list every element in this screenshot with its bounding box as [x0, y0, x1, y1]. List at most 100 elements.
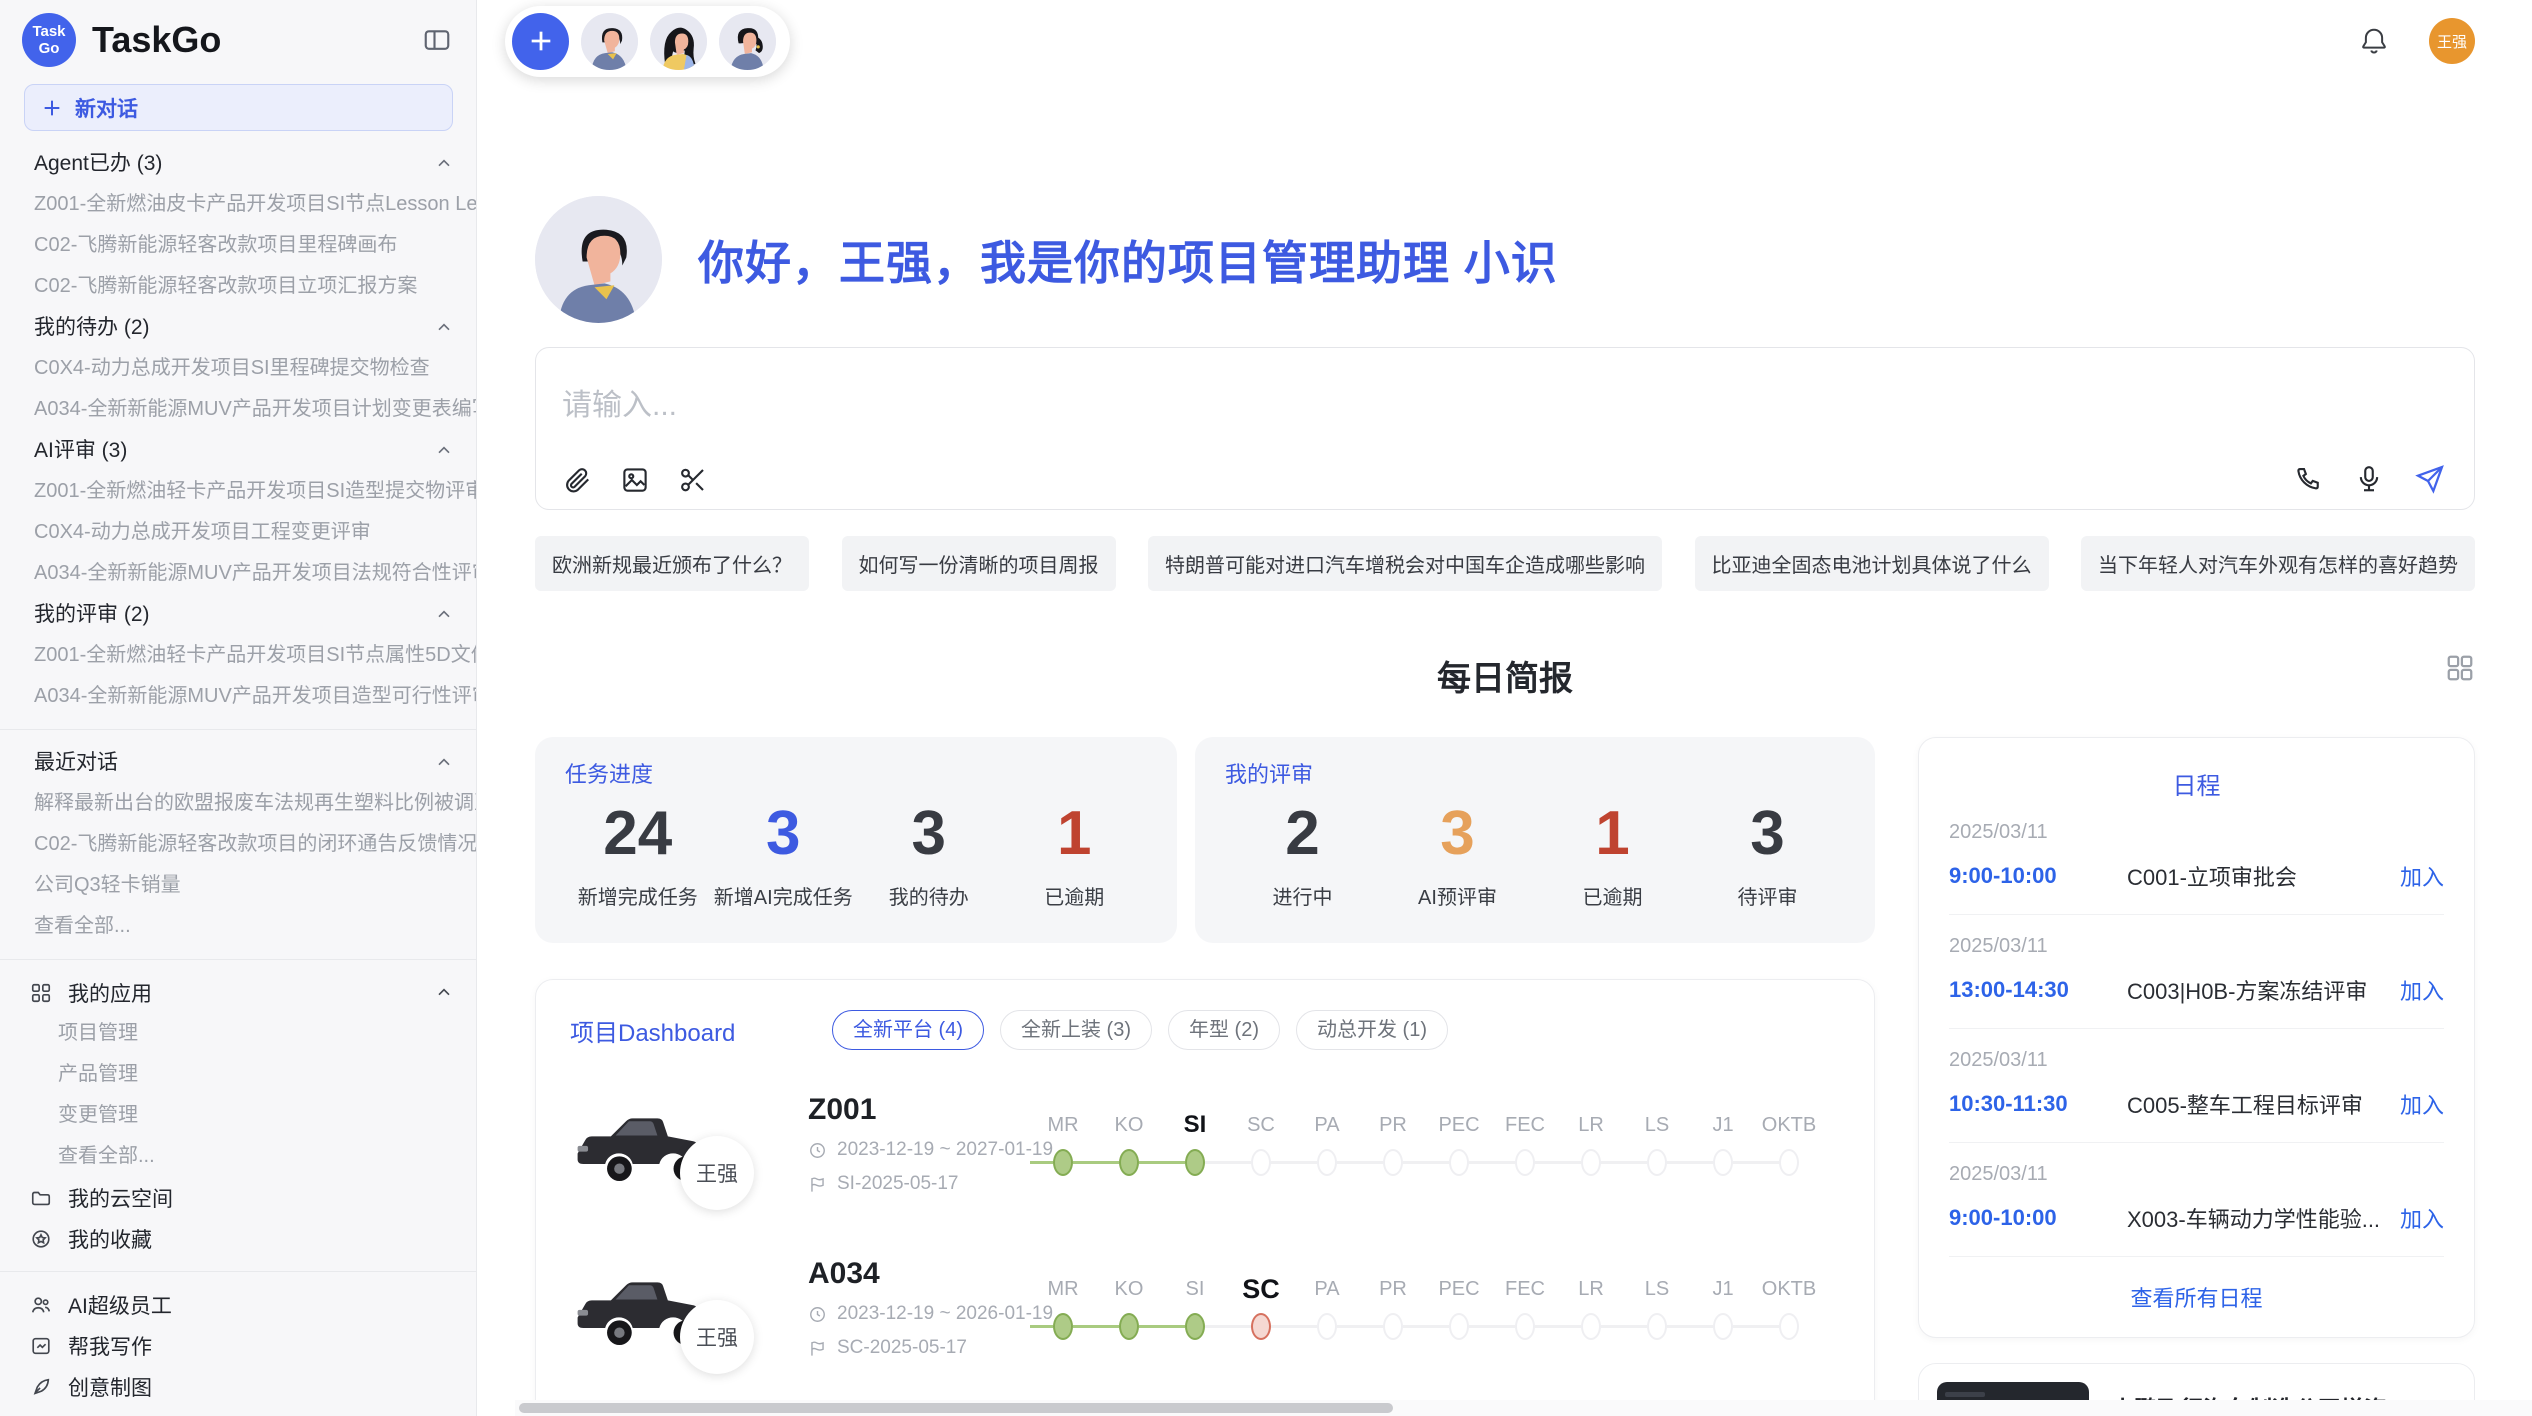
project-info: A034 2023-12-19 ~ 2026-01-19 SC-2025-05-…: [782, 1257, 1022, 1359]
suggestion-chip[interactable]: 如何写一份清晰的项目周报: [842, 536, 1116, 591]
mic-icon[interactable]: [2354, 464, 2384, 494]
add-assistant-button[interactable]: [512, 13, 569, 70]
main-area: 王强 你好，王强，我是你的项目管理助理 小识 请输入...: [477, 0, 2532, 1416]
message-composer[interactable]: 请输入...: [535, 347, 2475, 510]
sidebar-item-product-mgmt[interactable]: 产品管理: [0, 1054, 476, 1095]
sidebar-task-item[interactable]: A034-全新新能源MUV产品开发项目法规符合性评审: [0, 553, 476, 594]
project-vehicle: 王强: [570, 1260, 782, 1356]
sidebar-collapse-icon[interactable]: [422, 25, 452, 55]
join-link[interactable]: 加入: [2400, 1088, 2444, 1120]
pen-icon: [30, 1376, 52, 1398]
suggestion-chip[interactable]: 特朗普可能对进口汽车增税会对中国车企造成哪些影响: [1148, 536, 1662, 591]
section-ai-review: AI评审 (3): [0, 430, 476, 471]
join-link[interactable]: 加入: [2400, 974, 2444, 1006]
chevron-up-icon[interactable]: [434, 154, 454, 174]
section-recent-chats: 最近对话: [0, 742, 476, 783]
sidebar-item-my-favorites[interactable]: 我的收藏: [0, 1218, 476, 1259]
sidebar-item-change-mgmt[interactable]: 变更管理: [0, 1095, 476, 1136]
topbar-right: 王强: [2359, 18, 2475, 64]
sidebar-task-item[interactable]: A034-全新新能源MUV产品开发项目计划变更表编写: [0, 389, 476, 430]
sidebar-apps-view-all[interactable]: 查看全部...: [0, 1136, 476, 1177]
sidebar-task-item[interactable]: C02-飞腾新能源轻客改款项目立项汇报方案: [0, 266, 476, 307]
sidebar-task-item[interactable]: Z001-全新燃油轻卡产品开发项目SI造型提交物评审: [0, 471, 476, 512]
clock-icon: [808, 1305, 827, 1324]
tab-upfit[interactable]: 全新上装 (3): [1000, 1010, 1152, 1050]
new-chat-button[interactable]: 新对话: [24, 84, 453, 131]
dashboard-title: 项目Dashboard: [570, 1013, 832, 1048]
assistant-avatar[interactable]: [650, 13, 707, 70]
view-all-schedule-link[interactable]: 查看所有日程: [1949, 1257, 2444, 1321]
stat-value: 3: [1690, 797, 1845, 871]
assistant-avatar[interactable]: [719, 13, 776, 70]
recent-chat-item[interactable]: 公司Q3轻卡销量: [0, 865, 476, 906]
send-icon[interactable]: [2414, 463, 2446, 495]
composer-left-tools: [562, 465, 708, 495]
milestone-dot-todo: [1449, 1313, 1469, 1340]
sidebar-task-item[interactable]: C0X4-动力总成开发项目工程变更评审: [0, 512, 476, 553]
sidebar-item-project-mgmt[interactable]: 项目管理: [0, 1013, 476, 1054]
suggestion-chip[interactable]: 欧洲新规最近颁布了什么？: [535, 536, 809, 591]
assistant-avatar-large: [535, 196, 662, 323]
stat-value: 3: [856, 797, 1002, 871]
project-flag-date: SC-2025-05-17: [837, 1337, 967, 1359]
project-name: Z001: [808, 1093, 1022, 1127]
sidebar-item-ai-staff[interactable]: AI超级员工: [0, 1284, 476, 1325]
recent-chat-item[interactable]: 解释最新出台的欧盟报废车法规再生塑料比例被调至15%...: [0, 783, 476, 824]
image-icon[interactable]: [620, 465, 650, 495]
chevron-up-icon[interactable]: [434, 318, 454, 338]
tab-model-year[interactable]: 年型 (2): [1168, 1010, 1280, 1050]
recent-chat-view-all[interactable]: 查看全部...: [0, 906, 476, 947]
flag-icon: [808, 1175, 827, 1194]
join-link[interactable]: 加入: [2400, 1202, 2444, 1234]
layout-grid-icon[interactable]: [2445, 653, 2475, 683]
stat-label: 待评审: [1690, 881, 1845, 910]
project-info: Z001 2023-12-19 ~ 2027-01-19 SI-2025-05-…: [782, 1093, 1022, 1195]
suggestion-chip[interactable]: 当下年轻人对汽车外观有怎样的喜好趋势: [2081, 536, 2475, 591]
project-row[interactable]: 王强 A034 2023-12-19 ~ 2026-01-19 SC-2025-…: [570, 1242, 1840, 1374]
chevron-up-icon[interactable]: [434, 983, 454, 1003]
owner-badge: 王强: [680, 1136, 754, 1210]
sidebar-item-creative-draw[interactable]: 创意制图: [0, 1366, 476, 1407]
sidebar-item-my-apps[interactable]: 我的应用: [0, 972, 476, 1013]
task-progress-card: 任务进度 24新增完成任务 3新增AI完成任务 3我的待办 1已逾期: [535, 737, 1177, 943]
write-doc-icon: [30, 1335, 52, 1357]
briefing-content: 任务进度 24新增完成任务 3新增AI完成任务 3我的待办 1已逾期 我的评审 …: [535, 737, 2475, 1416]
sidebar-nav: Agent已办 (3) Z001-全新燃油皮卡产品开发项目SI节点Lesson …: [0, 143, 476, 1416]
composer-right-tools: [2294, 463, 2446, 495]
chevron-up-icon[interactable]: [434, 605, 454, 625]
sidebar-item-help-write[interactable]: 帮我写作: [0, 1325, 476, 1366]
sidebar-item-my-cloud[interactable]: 我的云空间: [0, 1177, 476, 1218]
suggestion-chip[interactable]: 比亚迪全固态电池计划具体说了什么: [1695, 536, 2049, 591]
sidebar-task-item[interactable]: Z001-全新燃油皮卡产品开发项目SI节点Lesson Learn报告: [0, 184, 476, 225]
assistant-avatar[interactable]: [581, 13, 638, 70]
milestone-dot-done: [1185, 1313, 1205, 1340]
sidebar-task-item[interactable]: C02-飞腾新能源轻客改款项目里程碑画布: [0, 225, 476, 266]
notification-bell-icon[interactable]: [2359, 26, 2389, 56]
tab-platform[interactable]: 全新平台 (4): [832, 1010, 984, 1050]
scissors-icon[interactable]: [678, 465, 708, 495]
suggestion-chips: 欧洲新规最近颁布了什么？ 如何写一份清晰的项目周报 特朗普可能对进口汽车增税会对…: [535, 536, 2475, 591]
stat-label: 已逾期: [1002, 881, 1148, 910]
sidebar-task-item[interactable]: Z001-全新燃油轻卡产品开发项目SI节点属性5D文件评审: [0, 635, 476, 676]
chevron-up-icon[interactable]: [434, 441, 454, 461]
recent-chat-item[interactable]: C02-飞腾新能源轻客改款项目的闭环通告反馈情况: [0, 824, 476, 865]
topbar: 王强: [505, 4, 2475, 78]
stat-label: 已逾期: [1535, 881, 1690, 910]
tab-powertrain[interactable]: 动总开发 (1): [1296, 1010, 1448, 1050]
milestone-dot-done: [1053, 1149, 1073, 1176]
chevron-up-icon[interactable]: [434, 753, 454, 773]
sidebar-task-item[interactable]: A034-全新新能源MUV产品开发项目造型可行性评审: [0, 676, 476, 717]
schedule-time: 13:00-14:30: [1949, 977, 2127, 1003]
milestone-dot-overdue: [1251, 1313, 1271, 1340]
scrollbar-thumb[interactable]: [519, 1403, 1393, 1413]
phone-icon[interactable]: [2294, 464, 2324, 494]
join-link[interactable]: 加入: [2400, 860, 2444, 892]
schedule-time: 9:00-10:00: [1949, 863, 2127, 889]
user-avatar[interactable]: 王强: [2429, 18, 2475, 64]
clock-icon: [808, 1141, 827, 1160]
apps-grid-icon: [30, 982, 52, 1004]
sidebar-task-item[interactable]: C0X4-动力总成开发项目SI里程碑提交物检查: [0, 348, 476, 389]
project-row[interactable]: 王强 Z001 2023-12-19 ~ 2027-01-19 SI-2025-…: [570, 1078, 1840, 1210]
attach-icon[interactable]: [562, 465, 592, 495]
daily-briefing-title: 每日简报: [535, 651, 2475, 700]
